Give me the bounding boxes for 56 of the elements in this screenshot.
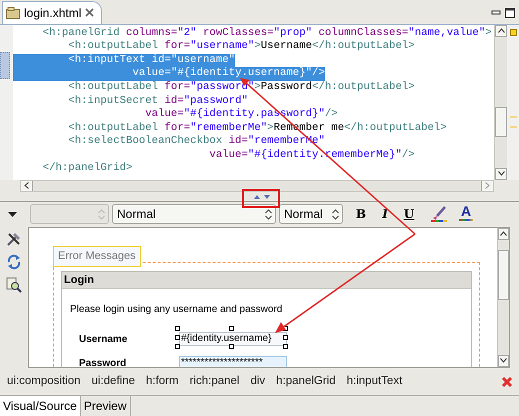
input-field[interactable]: #{identity.username} <box>179 332 287 346</box>
spinner-icon[interactable] <box>265 208 272 220</box>
resize-handle[interactable] <box>229 326 234 332</box>
scroll-down-icon[interactable] <box>500 358 507 364</box>
vertical-scrollbar[interactable] <box>497 228 509 367</box>
scroll-right-icon[interactable] <box>485 182 490 190</box>
resize-handle[interactable] <box>229 344 234 350</box>
font-color-button[interactable]: A <box>456 204 476 224</box>
code-line: </h:panelGrid> <box>42 162 132 176</box>
error-messages-tab[interactable]: Error Messages <box>53 246 141 267</box>
scroll-up-icon[interactable] <box>500 231 507 236</box>
breadcrumb-item[interactable]: h:panelGrid <box>276 372 336 390</box>
size-combo[interactable]: Normal <box>279 204 343 224</box>
panel-message: Please login using any username and password <box>70 302 284 317</box>
spinner-icon[interactable] <box>332 208 339 220</box>
brush-icon[interactable] <box>430 205 448 224</box>
format-combo[interactable]: Normal <box>112 204 276 224</box>
code-line: <h:outputLabel for="username">Username</h:outputLabel> <box>67 40 415 54</box>
field-label: Password <box>78 356 128 367</box>
refresh-icon[interactable] <box>6 254 22 270</box>
breadcrumb-item[interactable]: h:form <box>146 372 179 390</box>
magnifier-icon[interactable] <box>6 276 22 293</box>
breadcrumb-item[interactable]: ui:composition <box>7 372 81 390</box>
overview-marker <box>510 116 516 118</box>
breadcrumb-item[interactable]: ui:define <box>92 372 135 390</box>
breadcrumb-item[interactable]: h:inputText <box>346 372 402 390</box>
dropdown-icon[interactable] <box>8 212 17 217</box>
bottom-tab[interactable]: Visual/Source <box>0 396 81 416</box>
underline-button[interactable]: U <box>398 204 420 224</box>
maximize-icon[interactable] <box>505 8 515 18</box>
scroll-down-icon[interactable] <box>498 171 504 176</box>
bold-button[interactable]: B <box>350 204 372 224</box>
close-icon[interactable] <box>85 8 94 18</box>
scroll-left-icon[interactable] <box>24 182 29 190</box>
breadcrumb-item[interactable]: rich:panel <box>190 372 240 390</box>
field-label: Username <box>78 332 128 347</box>
vertical-scrollbar[interactable] <box>494 24 507 180</box>
scroll-thumb[interactable] <box>495 106 507 137</box>
overview-marker <box>510 28 516 36</box>
tab-title: login.xhtml <box>24 4 82 22</box>
code-line: <h:panelGrid columns="2" rowClasses="prop" columnClasses="name,value"> <box>42 26 492 40</box>
italic-button[interactable]: I <box>374 204 396 224</box>
panel-title: Login <box>62 272 471 289</box>
input-field[interactable]: ********************* <box>179 356 287 367</box>
scroll-up-icon[interactable] <box>498 28 504 34</box>
selection-marker <box>0 52 10 79</box>
close-icon[interactable] <box>501 376 513 388</box>
editor-tab[interactable]: login.xhtml <box>2 0 102 24</box>
code-line: <h:inputSecret id="password" <box>67 94 248 108</box>
horizontal-scrollbar[interactable] <box>20 180 494 192</box>
breadcrumb-item[interactable]: div <box>250 372 266 390</box>
scroll-thumb[interactable] <box>498 250 509 300</box>
highlight-frame <box>242 189 280 208</box>
splitter-arrows-icon[interactable] <box>253 194 271 200</box>
overview-marker <box>510 126 516 128</box>
tools-icon[interactable] <box>6 230 22 247</box>
